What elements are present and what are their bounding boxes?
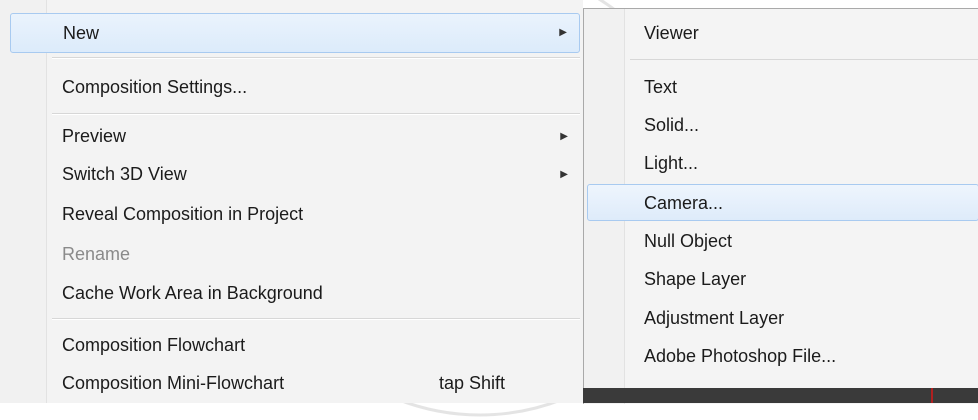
submenu-arrow-icon: ▶: [560, 169, 568, 180]
menu-item-label: Switch 3D View: [62, 164, 187, 184]
submenu-separator: [630, 59, 978, 60]
menu-item-new[interactable]: New ▶: [10, 13, 580, 53]
menu-separator: [52, 113, 580, 115]
submenu-item-label: Adjustment Layer: [644, 308, 785, 328]
timeline-marker: [931, 388, 933, 403]
submenu-item-label: Solid...: [644, 115, 700, 135]
submenu-item-label: Shape Layer: [644, 269, 747, 289]
menu-separator: [52, 318, 580, 320]
menu-item-composition-mini-flowchart[interactable]: Composition Mini-Flowchart tap Shift: [10, 365, 580, 402]
submenu-item-adobe-photoshop-file[interactable]: Adobe Photoshop File...: [587, 338, 978, 375]
menu-item-new-label: New: [63, 23, 100, 43]
menu-item-label: Rename: [62, 244, 131, 264]
submenu-item-shape-layer[interactable]: Shape Layer: [587, 261, 978, 298]
background-panel-strip: [583, 388, 978, 403]
submenu-item-adjustment-layer[interactable]: Adjustment Layer: [587, 300, 978, 337]
menu-item-label: Cache Work Area in Background: [62, 283, 323, 303]
submenu-item-label: Camera...: [644, 193, 724, 213]
submenu-item-viewer[interactable]: Viewer: [587, 15, 978, 52]
menu-item-label: Reveal Composition in Project: [62, 204, 304, 224]
menu-separator: [52, 57, 580, 59]
menu-item-switch-3d-view[interactable]: Switch 3D View ▶: [10, 156, 580, 193]
submenu-item-camera[interactable]: Camera...: [587, 184, 978, 221]
submenu-arrow-icon: ▶: [560, 131, 568, 142]
submenu-arrow-icon: ▶: [559, 27, 567, 38]
new-submenu: Viewer Text Solid... Light... Camera... …: [583, 8, 978, 404]
menu-item-label: Composition Settings...: [62, 77, 248, 97]
submenu-item-label: Text: [644, 77, 678, 97]
submenu-item-label: Light...: [644, 153, 699, 173]
menu-item-composition-settings[interactable]: Composition Settings...: [10, 69, 580, 106]
submenu-item-label: Adobe Photoshop File...: [644, 346, 837, 366]
menu-item-rename: Rename: [10, 236, 580, 273]
menu-item-label: Composition Flowchart: [62, 335, 246, 355]
menu-item-composition-flowchart[interactable]: Composition Flowchart: [10, 327, 580, 364]
menu-item-reveal-composition[interactable]: Reveal Composition in Project: [10, 196, 580, 233]
menu-item-label: Preview: [62, 126, 127, 146]
submenu-item-text[interactable]: Text: [587, 69, 978, 106]
menu-item-label: Composition Mini-Flowchart: [62, 373, 285, 393]
submenu-item-label: Null Object: [644, 231, 733, 251]
submenu-item-label: Viewer: [644, 23, 699, 43]
submenu-item-light[interactable]: Light...: [587, 145, 978, 182]
menu-item-cache-work-area[interactable]: Cache Work Area in Background: [10, 275, 580, 312]
menu-item-preview[interactable]: Preview ▶: [10, 118, 580, 155]
shortcut-label: tap Shift: [439, 373, 506, 393]
submenu-item-null-object[interactable]: Null Object: [587, 223, 978, 260]
submenu-item-solid[interactable]: Solid...: [587, 107, 978, 144]
context-menu: New ▶ Composition Settings... Preview ▶ …: [0, 0, 583, 403]
